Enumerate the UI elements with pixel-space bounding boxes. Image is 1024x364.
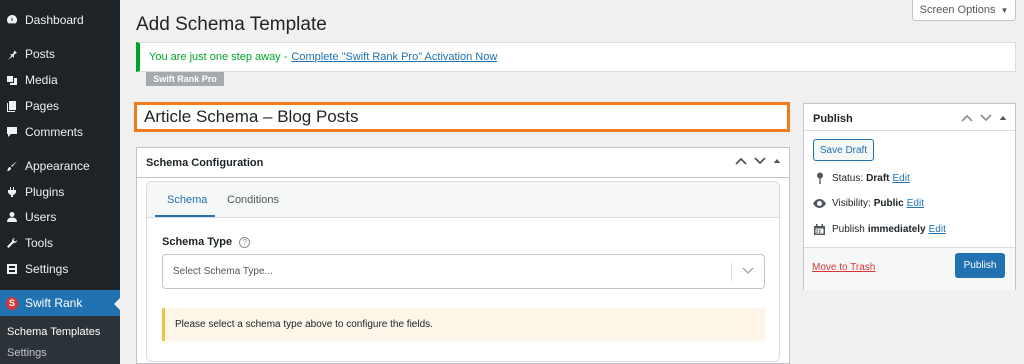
schema-info-note: Please select a schema type above to con… [162,308,765,341]
submenu-item-schema-templates[interactable]: Schema Templates [7,326,100,338]
sidebar-item-pages[interactable]: Pages [0,93,120,119]
sidebar-item-swift-rank[interactable]: S Swift Rank [0,290,120,316]
screen-options-label: Screen Options [919,4,996,16]
sidebar-item-users[interactable]: Users [0,204,120,230]
page-title: Add Schema Template [136,14,327,35]
visibility-label: Visibility: [832,197,871,209]
visibility-row: Visibility: Public Edit [813,197,924,209]
publish-box-controls [961,113,1007,123]
chevron-up-icon[interactable] [735,156,747,166]
eye-icon [813,197,826,209]
post-title-input[interactable]: Article Schema – Blog Posts [134,102,790,132]
select-separator [731,263,732,281]
box-title: Schema Configuration [146,157,264,169]
edit-visibility-link[interactable]: Edit [907,198,924,209]
sidebar-item-label: Dashboard [25,13,84,27]
publish-label: Publish [832,223,865,235]
settings-icon [6,262,18,276]
dashboard-icon [6,13,18,27]
move-to-trash-link[interactable]: Move to Trash [812,262,875,273]
active-indicator [114,298,120,310]
chevron-up-icon[interactable] [961,113,973,123]
tab-bar: Schema Conditions [147,182,779,218]
help-icon[interactable]: ? [239,236,251,248]
publish-value: immediately [867,223,926,235]
sidebar-item-label: Settings [25,262,69,276]
collapse-toggle-icon[interactable] [773,156,781,166]
schema-type-label: Schema Type ? [162,236,251,248]
notice-text: You are just one step away - [149,51,288,63]
status-row: Status: Draft Edit [813,172,910,184]
activation-notice: You are just one step away - Complete "S… [136,42,1016,72]
publish-button[interactable]: Publish [955,253,1005,278]
chevron-down-icon[interactable] [754,156,766,166]
publish-box: Publish Save Draft Status: Draft Edit Vi… [803,103,1016,290]
sidebar-item-label: Appearance [25,159,90,173]
caret-down-icon: ▼ [1000,5,1009,15]
sidebar-item-comments[interactable]: Comments [0,119,120,145]
pro-badge: Swift Rank Pro [146,72,224,86]
sidebar-item-label: Comments [25,125,84,139]
edit-publish-date-link[interactable]: Edit [929,224,946,235]
chevron-down-icon[interactable] [980,113,992,123]
pin-icon [813,172,826,184]
user-icon [6,210,18,224]
screen-options-button[interactable]: Screen Options ▼ [912,0,1016,21]
sidebar-item-label: Users [25,210,57,224]
publish-date-row: Publish immediately Edit [813,223,946,235]
sidebar-item-label: Tools [25,236,54,250]
sidebar-item-posts[interactable]: Posts [0,41,120,67]
field-label-text: Schema Type [162,236,233,248]
sidebar-item-label: Posts [25,47,56,61]
status-value: Draft [866,172,890,184]
status-label: Status: [832,172,864,184]
publish-actions: Move to Trash Publish [804,247,1015,290]
plugin-icon [6,185,18,199]
admin-sidebar: Dashboard Posts Media Pages Comments App… [0,0,120,364]
box-controls [735,156,781,166]
sidebar-item-media[interactable]: Media [0,67,120,93]
pushpin-icon [6,47,18,61]
active-tab-indicator [155,215,215,217]
sidebar-item-dashboard[interactable]: Dashboard [0,7,120,33]
sidebar-item-appearance[interactable]: Appearance [0,153,120,179]
sidebar-item-label: Media [25,73,58,87]
schema-configuration-box: Schema Configuration Schema Conditions S… [136,147,790,364]
divider [804,130,1015,131]
calendar-icon [813,223,826,235]
edit-status-link[interactable]: Edit [892,173,909,184]
submenu-item-settings[interactable]: Settings [7,347,47,359]
tab-conditions[interactable]: Conditions [227,194,279,206]
brush-icon [6,159,18,173]
sidebar-item-plugins[interactable]: Plugins [0,179,120,205]
schema-card: Schema Conditions Schema Type ? Select S… [146,181,780,362]
save-draft-button[interactable]: Save Draft [813,139,874,161]
divider [137,177,789,178]
schema-type-select[interactable]: Select Schema Type... [162,254,765,289]
sidebar-item-label: Swift Rank [25,296,83,310]
sidebar-item-label: Pages [25,99,60,113]
tab-schema[interactable]: Schema [167,194,207,206]
swift-rank-logo-icon: S [6,296,18,310]
publish-box-title: Publish [813,113,853,125]
media-icon [6,73,18,87]
select-placeholder: Select Schema Type... [173,266,273,277]
activation-link[interactable]: Complete "Swift Rank Pro" Activation Now [291,51,497,63]
sidebar-item-label: Plugins [25,185,65,199]
wrench-icon [6,236,18,250]
collapse-toggle-icon[interactable] [999,113,1007,123]
chevron-down-icon [742,267,754,275]
swift-rank-submenu: Schema Templates Settings [0,316,120,364]
sidebar-item-settings[interactable]: Settings [0,256,120,282]
pages-icon [6,99,18,113]
sidebar-item-tools[interactable]: Tools [0,230,120,256]
comment-icon [6,125,18,139]
visibility-value: Public [873,197,904,209]
